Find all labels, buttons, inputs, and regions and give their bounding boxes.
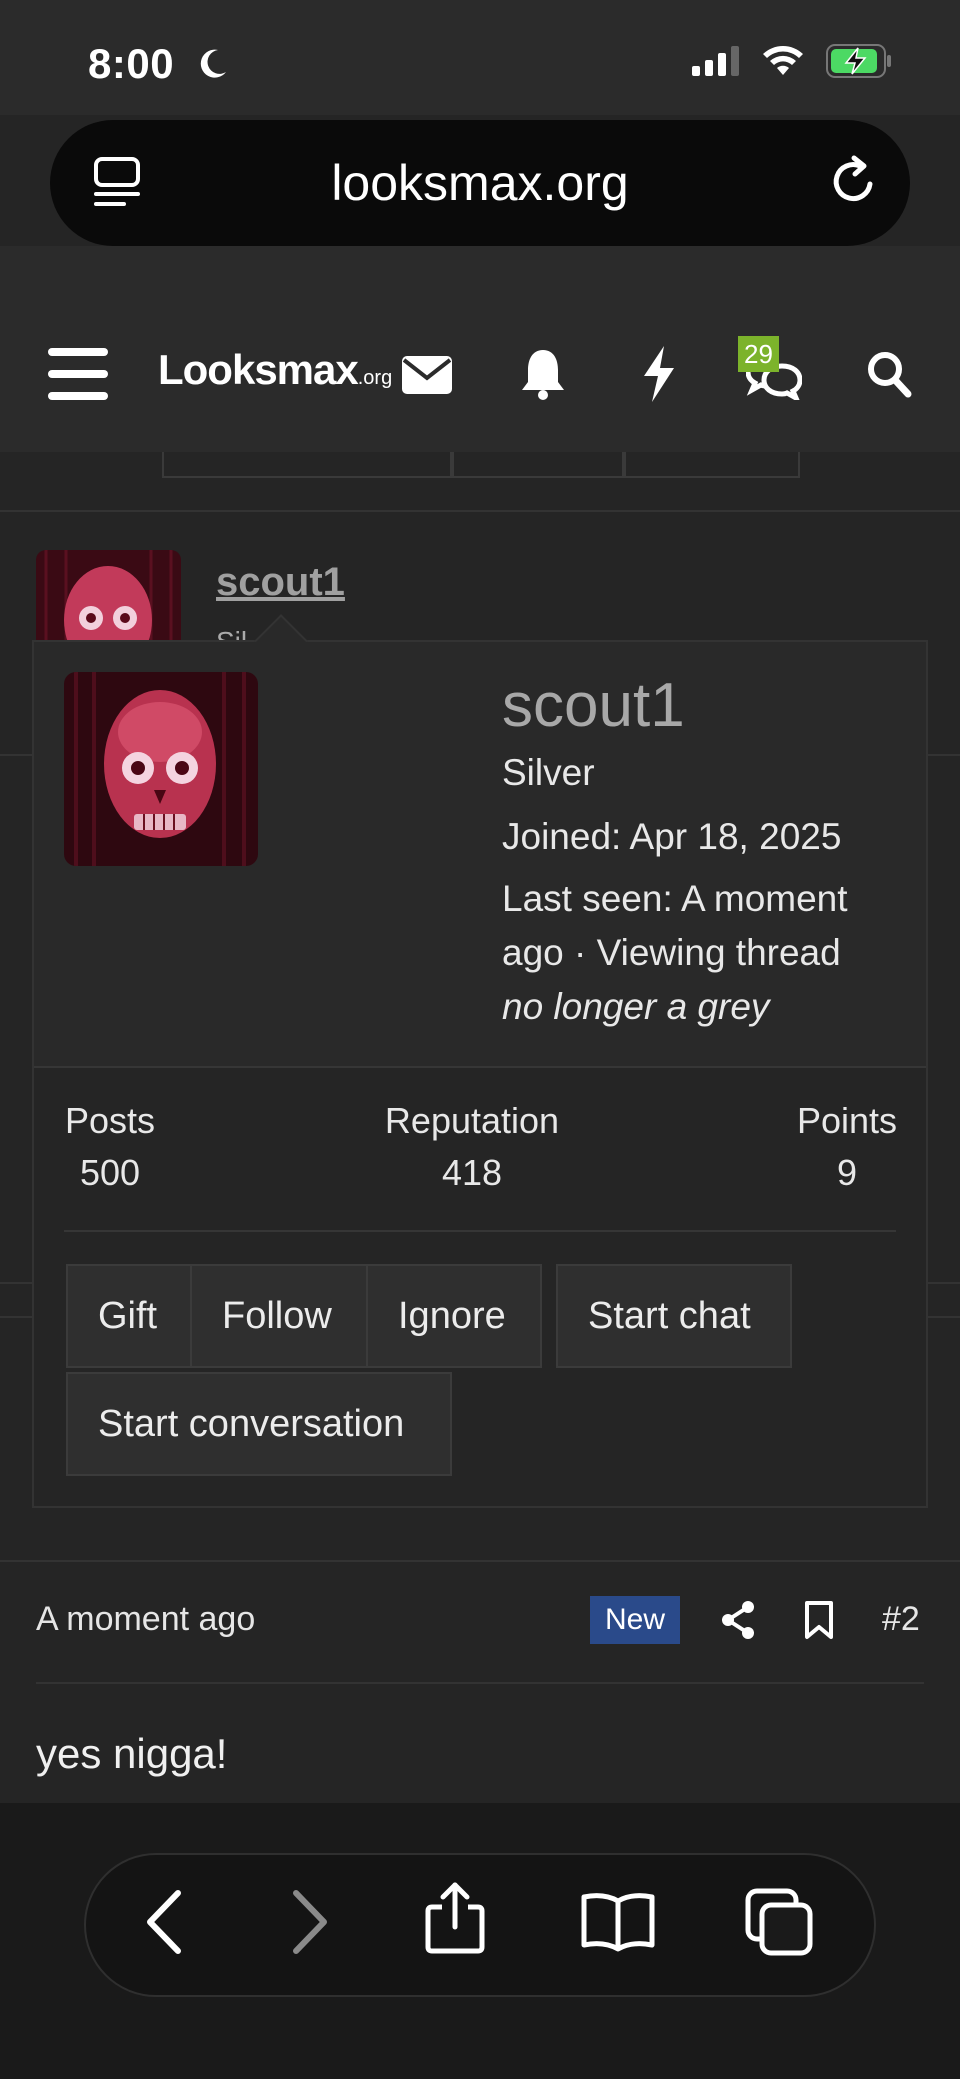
status-bar: 8:00: [0, 0, 960, 115]
bookmark-icon[interactable]: [804, 1600, 834, 1640]
stat-points: Points 9: [796, 1100, 898, 1194]
follow-button[interactable]: Follow: [190, 1264, 368, 1368]
tabs-icon[interactable]: [744, 1887, 814, 1957]
stat-label: Reputation: [384, 1100, 560, 1141]
search-icon[interactable]: [866, 350, 912, 398]
start-chat-button[interactable]: Start chat: [556, 1264, 792, 1368]
tab-segment: [162, 452, 452, 478]
stat-reputation: Reputation 418: [382, 1100, 562, 1194]
bookmarks-book-icon[interactable]: [580, 1891, 656, 1953]
member-last-seen-cont: ago · Viewing thread: [502, 932, 841, 973]
stat-value: 9: [836, 1152, 858, 1193]
stat-label: Points: [796, 1100, 898, 1141]
url-bar[interactable]: looksmax.org: [50, 120, 910, 246]
share-sheet-icon[interactable]: [424, 1881, 486, 1955]
post-body: yes nigga!: [36, 1730, 228, 1777]
reload-icon[interactable]: [824, 152, 884, 212]
post-number[interactable]: #2: [882, 1600, 920, 1639]
bell-icon[interactable]: [520, 348, 566, 400]
battery-charging-icon: [826, 44, 891, 78]
logo-suffix: .org: [357, 367, 393, 389]
skull-avatar-image: [64, 672, 258, 866]
status-time: 8:00: [88, 40, 175, 87]
member-joined: Joined: Apr 18, 2025: [502, 816, 842, 857]
member-card-header: scout1 Silver Joined: Apr 18, 2025 Last …: [34, 642, 926, 1068]
forum-top-nav: Looksmax.org: [0, 246, 960, 452]
signal-icon: [692, 46, 739, 76]
chat-count-badge: 29: [738, 336, 779, 372]
status-icons: [692, 44, 892, 78]
moon-icon: [200, 49, 226, 78]
back-arrow-icon[interactable]: [144, 1889, 184, 1955]
member-avatar[interactable]: [64, 672, 258, 866]
stat-posts: Posts 500: [64, 1100, 156, 1194]
post-divider-top: [0, 1560, 960, 1562]
post-author-avatar[interactable]: [36, 550, 181, 650]
wifi-icon: [763, 46, 803, 75]
skull-avatar-image: [36, 550, 181, 650]
member-tooltip-card: scout1 Silver Joined: Apr 18, 2025 Last …: [32, 614, 928, 1508]
start-conversation-button[interactable]: Start conversation: [66, 1372, 452, 1476]
lightning-icon[interactable]: [642, 346, 676, 402]
stat-label: Posts: [64, 1100, 156, 1141]
browser-bottom-toolbar: [0, 1803, 960, 2079]
member-rank: Silver: [502, 752, 595, 793]
share-icon[interactable]: [720, 1600, 756, 1640]
tab-segment: [624, 452, 800, 478]
member-custom-title: no longer a grey: [502, 986, 770, 1027]
member-last-seen: Last seen: A moment: [502, 878, 848, 919]
nav-tab-strip: [162, 452, 800, 478]
post-divider: [36, 1682, 924, 1684]
post-author-username[interactable]: scout1: [216, 560, 345, 605]
page-divider: [0, 510, 960, 512]
forward-arrow-icon[interactable]: [290, 1889, 330, 1955]
member-stats: Posts 500 Reputation 418 Points 9: [64, 1100, 898, 1232]
hamburger-menu-icon[interactable]: [48, 348, 108, 400]
url-text[interactable]: looksmax.org: [50, 154, 910, 212]
tab-segment: [452, 452, 624, 478]
post-timestamp[interactable]: A moment ago: [36, 1600, 255, 1639]
gift-button[interactable]: Gift: [66, 1264, 192, 1368]
site-logo[interactable]: Looksmax.org: [158, 346, 392, 394]
ignore-button[interactable]: Ignore: [366, 1264, 542, 1368]
envelope-icon[interactable]: [402, 356, 452, 394]
stat-value: 418: [441, 1152, 503, 1193]
stat-value: 500: [79, 1152, 141, 1193]
member-username[interactable]: scout1: [502, 670, 685, 741]
new-badge: New: [590, 1596, 680, 1644]
logo-text: Looksmax: [158, 346, 359, 393]
